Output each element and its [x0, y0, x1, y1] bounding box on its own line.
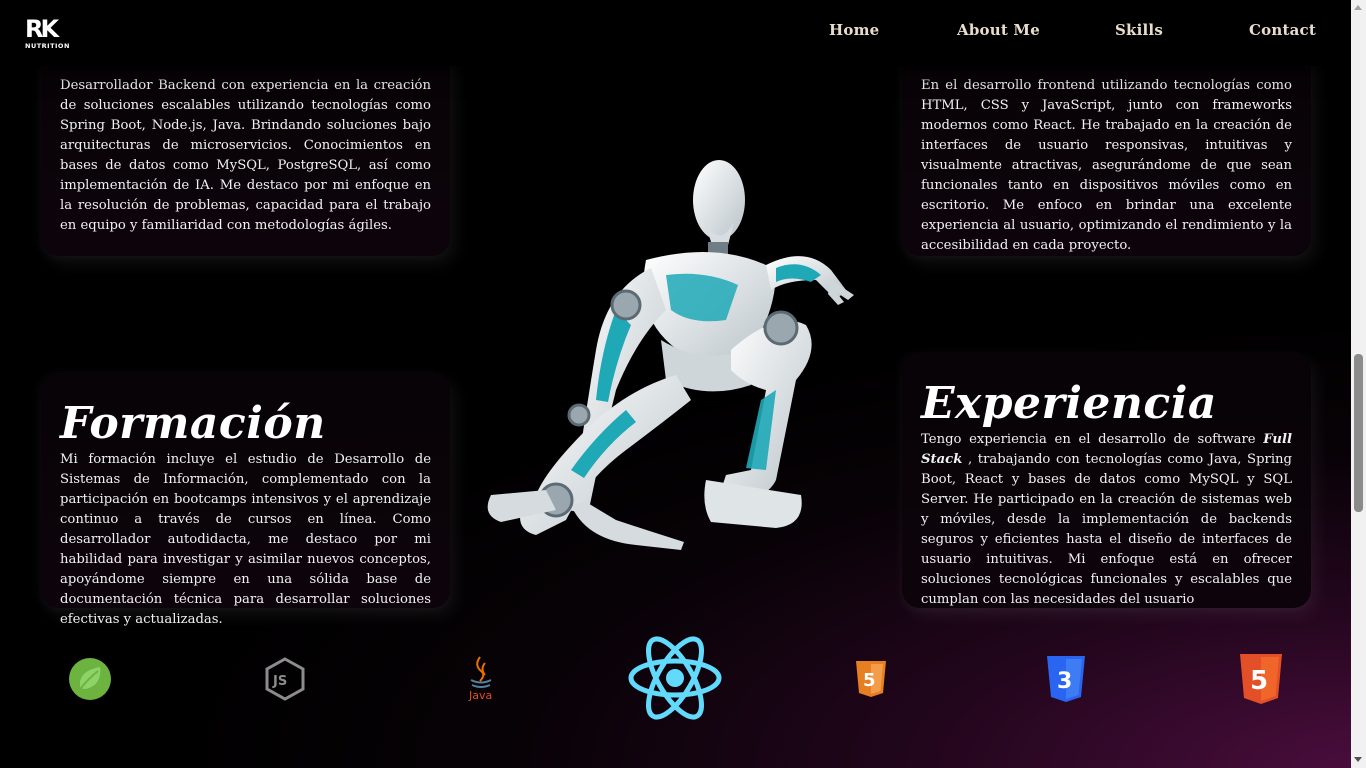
frontend-card: En el desarrollo frontend utilizando tec…: [902, 40, 1311, 256]
html5-orange-icon: 5: [856, 661, 886, 697]
svg-text:NUTRITION: NUTRITION: [25, 42, 70, 50]
scroll-up-arrow-icon[interactable]: [1354, 5, 1362, 10]
experiencia-text: Tengo experiencia en el desarrollo de so…: [921, 432, 1292, 607]
experiencia-title: Experiencia: [921, 378, 1217, 429]
logo[interactable]: RK NUTRITION: [24, 14, 76, 50]
nav-contact-link[interactable]: Contact: [1249, 21, 1316, 39]
html5-red-icon: 5: [1240, 654, 1282, 704]
formacion-card: Formación Mi formación incluye el estudi…: [41, 372, 450, 627]
vertical-scrollbar[interactable]: [1351, 0, 1366, 768]
nav-home-link[interactable]: Home: [829, 21, 879, 39]
svg-text:Java: Java: [468, 689, 492, 702]
page: RK NUTRITION Home About Me Skills Contac…: [0, 0, 1351, 768]
nav-skills-link[interactable]: Skills: [1115, 21, 1163, 39]
navbar: RK NUTRITION Home About Me Skills Contac…: [0, 0, 1351, 66]
scroll-down-arrow-icon[interactable]: [1354, 757, 1362, 762]
svg-text:5: 5: [863, 670, 876, 691]
backend-text: Desarrollador Backend con experiencia en…: [60, 78, 431, 233]
scrollbar-thumb[interactable]: [1354, 354, 1363, 512]
svg-text:5: 5: [1250, 666, 1268, 696]
svg-text:3: 3: [1057, 669, 1072, 694]
css3-icon: 3: [1047, 656, 1085, 702]
nav-about-link[interactable]: About Me: [957, 21, 1040, 39]
react-icon: [628, 636, 722, 720]
formacion-title: Formación: [60, 398, 326, 449]
svg-text:JS: JS: [272, 674, 287, 689]
frontend-text: En el desarrollo frontend utilizando tec…: [921, 78, 1292, 253]
spring-icon: [69, 658, 111, 700]
formacion-text: Mi formación incluye el estudio de Desar…: [60, 452, 431, 627]
java-icon: Java: [468, 656, 492, 702]
experiencia-card: Experiencia Tengo experiencia en el desa…: [902, 352, 1311, 608]
robot-illustration: [487, 160, 854, 550]
nodejs-icon: JS: [265, 657, 305, 701]
svg-text:RK: RK: [25, 15, 60, 43]
backend-card: Desarrollador Backend con experiencia en…: [41, 40, 450, 256]
